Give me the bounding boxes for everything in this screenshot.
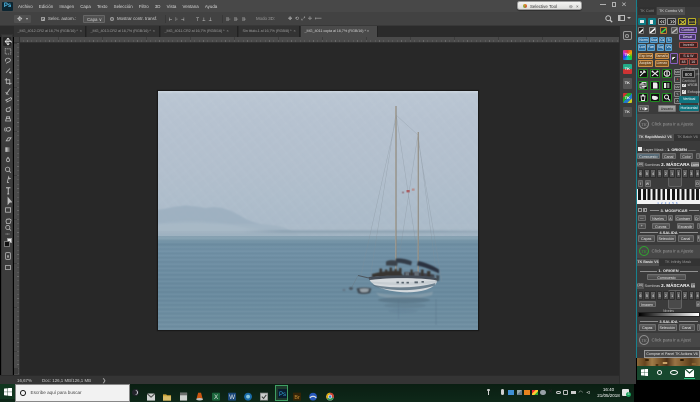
svg-text:Br: Br	[294, 394, 300, 400]
svg-text:W: W	[229, 393, 235, 400]
svg-text:Ps: Ps	[279, 392, 286, 398]
